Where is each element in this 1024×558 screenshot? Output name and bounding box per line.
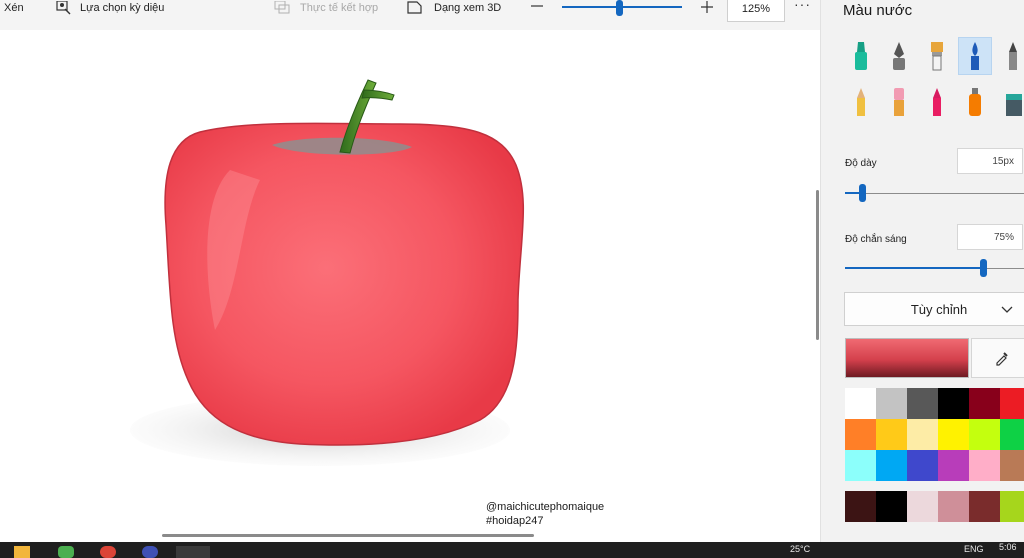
color-swatch[interactable] — [969, 419, 1000, 450]
credit-hashtag: #hoidap247 — [486, 515, 544, 527]
custom-color-swatch[interactable] — [1000, 491, 1024, 522]
marker-button[interactable] — [845, 38, 877, 74]
app-icon[interactable] — [58, 546, 74, 558]
oil-brush-button[interactable] — [921, 38, 953, 74]
brush-panel: Màu nước Độ dày 15px Độ chắn sáng 75% Tù… — [820, 0, 1024, 542]
eraser-button[interactable] — [883, 84, 915, 120]
spray-can-icon — [969, 88, 981, 116]
color-swatch[interactable] — [1000, 388, 1024, 419]
fill-bucket-icon — [1006, 94, 1022, 116]
color-swatch[interactable] — [969, 388, 1000, 419]
panel-title: Màu nước — [843, 2, 913, 19]
pencil-icon — [857, 88, 865, 116]
color-swatch[interactable] — [876, 419, 907, 450]
view-3d-label: Dạng xem 3D — [434, 2, 502, 14]
current-color-swatch[interactable] — [845, 338, 969, 378]
chrome-icon[interactable] — [100, 546, 116, 558]
browser-icon[interactable] — [142, 546, 158, 558]
crop-label: Xén — [4, 2, 24, 14]
thickness-value: 15px — [992, 155, 1014, 167]
pencil-button[interactable] — [845, 84, 877, 120]
magic-select-label: Lựa chọn kỳ diệu — [80, 2, 165, 14]
color-swatch[interactable] — [938, 419, 969, 450]
view-3d-button[interactable]: Dạng xem 3D — [406, 0, 501, 16]
color-swatch[interactable] — [1000, 419, 1024, 450]
opacity-slider-thumb[interactable] — [980, 259, 987, 277]
clock[interactable]: 5:06 — [999, 542, 1017, 552]
opacity-slider[interactable] — [845, 267, 980, 269]
custom-label: Tùy chỉnh — [910, 301, 968, 317]
file-explorer-icon[interactable] — [14, 546, 30, 558]
thickness-slider[interactable] — [845, 192, 860, 194]
zoom-out-icon[interactable] — [530, 0, 544, 14]
crayon-button[interactable] — [921, 84, 953, 120]
opacity-input[interactable]: 75% — [957, 224, 1023, 250]
spray-can-button[interactable] — [959, 84, 991, 120]
credit-handle: @maichicutephomaique — [486, 501, 605, 513]
zoom-percentage-box[interactable]: 125% — [727, 0, 785, 22]
eyedropper-icon — [996, 352, 1008, 366]
language-indicator[interactable]: ENG — [964, 544, 984, 554]
custom-color-swatch[interactable] — [969, 491, 1000, 522]
calligraphy-pen-icon — [893, 42, 905, 70]
opacity-value: 75% — [993, 231, 1014, 243]
view-3d-icon — [407, 1, 422, 14]
zoom-in-icon[interactable] — [700, 0, 714, 14]
crayon-icon — [933, 88, 941, 116]
drawing-canvas[interactable]: @maichicutephomaique #hoidap247 — [0, 30, 820, 542]
color-swatch[interactable] — [876, 450, 907, 481]
color-swatch[interactable] — [907, 419, 938, 450]
magic-select-button[interactable]: Lựa chọn kỳ diệu — [56, 0, 164, 16]
taskbar: 25°C ENG 5:06 — [0, 542, 1024, 558]
crop-button[interactable]: Xén — [4, 0, 24, 16]
pixel-pen-button[interactable] — [997, 38, 1024, 74]
pixel-pen-icon — [1009, 42, 1017, 70]
horizontal-scrollbar[interactable] — [162, 534, 534, 537]
color-swatch[interactable] — [907, 450, 938, 481]
custom-color-swatch[interactable] — [907, 491, 938, 522]
calligraphy-pen-button[interactable] — [883, 38, 915, 74]
apple-drawing — [130, 79, 525, 466]
oil-brush-icon — [931, 42, 943, 71]
color-swatch[interactable] — [938, 450, 969, 481]
custom-color-dropdown[interactable]: Tùy chỉnh — [844, 292, 1024, 326]
watercolor-icon — [971, 42, 979, 70]
custom-color-swatch[interactable] — [938, 491, 969, 522]
eraser-icon — [894, 88, 904, 116]
color-swatch[interactable] — [845, 388, 876, 419]
color-swatch[interactable] — [845, 450, 876, 481]
thickness-slider-rest — [845, 193, 1024, 194]
mixed-reality-button[interactable]: Thực tế kết hợp — [274, 0, 378, 16]
color-swatch[interactable] — [876, 388, 907, 419]
custom-color-swatch[interactable] — [845, 491, 876, 522]
thickness-label: Độ dày — [845, 158, 877, 169]
weather-text[interactable]: 25°C — [790, 544, 810, 554]
color-swatch[interactable] — [845, 419, 876, 450]
toolbar: Xén Lựa chọn kỳ diệu Thực tế kết hợp Dạn… — [0, 0, 820, 30]
color-swatch[interactable] — [1000, 450, 1024, 481]
color-swatch[interactable] — [938, 388, 969, 419]
more-options-button[interactable]: ··· — [794, 0, 811, 12]
mixed-reality-icon — [274, 1, 290, 14]
fill-bucket-button[interactable] — [997, 84, 1024, 120]
chevron-down-icon — [1001, 306, 1013, 313]
watercolor-button[interactable] — [958, 37, 992, 75]
custom-color-swatch[interactable] — [876, 491, 907, 522]
thickness-input[interactable]: 15px — [957, 148, 1023, 174]
eyedropper-button[interactable] — [971, 338, 1024, 378]
color-swatch[interactable] — [969, 450, 1000, 481]
paint-3d-taskbar-button[interactable] — [176, 546, 210, 558]
zoom-percentage: 125% — [741, 3, 771, 15]
artist-credit: @maichicutephomaique #hoidap247 — [486, 500, 604, 528]
magic-select-icon — [56, 1, 71, 15]
marker-icon — [855, 42, 867, 70]
color-swatch[interactable] — [907, 388, 938, 419]
opacity-label: Độ chắn sáng — [845, 234, 907, 245]
thickness-slider-thumb[interactable] — [859, 184, 867, 202]
zoom-slider-thumb[interactable] — [616, 0, 623, 16]
mixed-reality-label: Thực tế kết hợp — [300, 2, 379, 14]
vertical-scrollbar[interactable] — [816, 190, 819, 340]
